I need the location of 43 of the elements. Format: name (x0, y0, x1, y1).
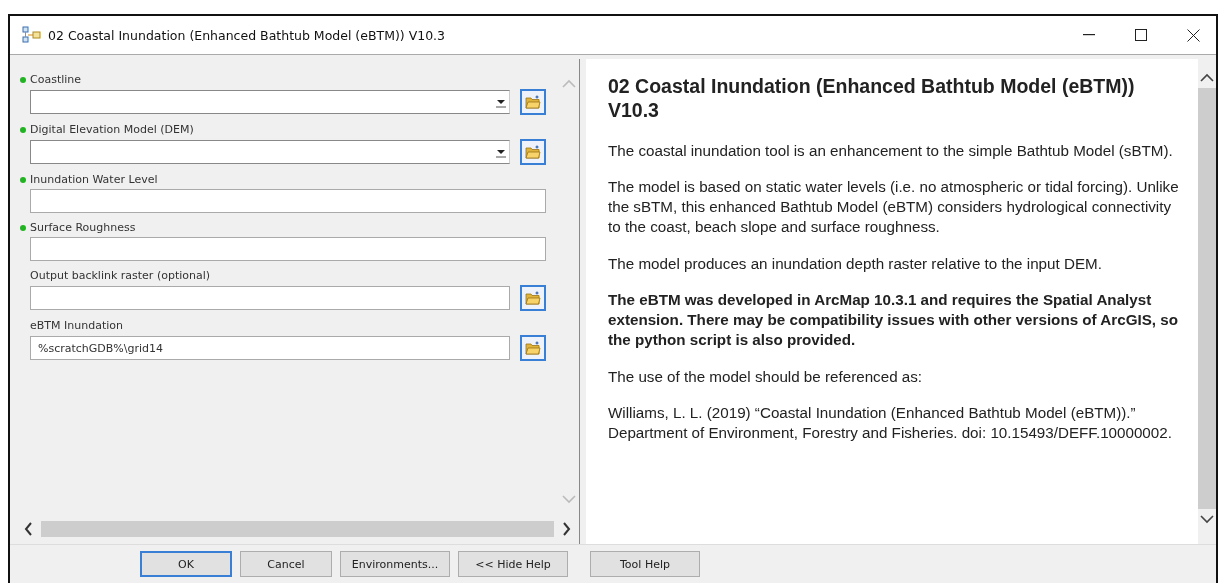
dialog-button[interactable]: << Hide Help (458, 551, 568, 577)
close-icon[interactable] (1186, 28, 1200, 42)
model-icon (22, 26, 42, 44)
dialog-button[interactable]: Environments... (340, 551, 450, 577)
folder-icon (525, 145, 541, 159)
input-field[interactable] (30, 237, 546, 261)
folder-icon (525, 291, 541, 305)
browse-button[interactable] (520, 335, 546, 361)
scroll-left-icon[interactable] (24, 522, 33, 536)
help-paragraph: The model is based on static water levels (i.e. no atmospheric or tidal forcing). Unlike the sBTM, this enhanced Bathtub Model (eBTM) considers hydrological connectivity to the coast, beach slope and surface roughness. (608, 177, 1180, 237)
browse-button[interactable] (520, 89, 546, 115)
field-label: Surface Roughness (30, 221, 136, 234)
input-field[interactable] (30, 286, 510, 310)
scroll-right-icon[interactable] (562, 522, 571, 536)
browse-button[interactable] (520, 285, 546, 311)
help-heading: 02 Coastal Inundation (Enhanced Bathtub Model (eBTM)) V10.3 (608, 75, 1136, 123)
field-label: Output backlink raster (optional) (30, 269, 211, 282)
folder-icon (525, 341, 541, 355)
browse-button[interactable] (520, 139, 546, 165)
help-paragraph: The model produces an inundation depth raster relative to the input DEM. (608, 253, 1103, 274)
field-label: Digital Elevation Model (DEM) (30, 123, 194, 136)
field-label: eBTM Inundation (30, 319, 123, 332)
field-label: Coastline (30, 73, 82, 86)
help-paragraph: Williams, L. L. (2019) “Coastal Inundation (Enhanced Bathtub Model (eBTM)).” Department of Environment, Forestry and Fisheries. doi: 10.15493/DEFF.10000002. (608, 403, 1173, 443)
help-paragraph: The coastal inundation tool is an enhancement to the simple Bathtub Model (sBTM). (608, 140, 1174, 161)
scroll-down-icon[interactable] (1200, 515, 1214, 524)
maximize-icon[interactable] (1135, 29, 1147, 41)
minimize-icon[interactable] (1083, 34, 1095, 36)
input-field[interactable]: %scratchGDB%\grid14 (30, 336, 510, 360)
dialog-button[interactable]: Cancel (240, 551, 332, 577)
field-label: Inundation Water Level (30, 173, 158, 186)
scroll-up-icon[interactable] (1200, 73, 1214, 82)
help-paragraph: The eBTM was developed in ArcMap 10.3.1 and requires the Spatial Analyst extension. There may be compatibility issues with other versions of ArcGIS, so the python script is also provided. (608, 290, 1179, 350)
scrollbar-thumb[interactable] (41, 521, 554, 537)
help-paragraph: The use of the model should be referenced as: (608, 366, 924, 387)
dialog-button[interactable]: Tool Help (590, 551, 700, 577)
folder-icon (525, 95, 541, 109)
dropdown-field[interactable] (30, 140, 510, 164)
scrollbar-thumb[interactable] (1198, 88, 1216, 509)
input-field[interactable] (30, 189, 546, 213)
dialog-button[interactable]: OK (140, 551, 232, 577)
window-title: 02 Coastal Inundation (Enhanced Bathtub Model (eBTM)) V10.3 (48, 27, 447, 43)
dropdown-field[interactable] (30, 90, 510, 114)
